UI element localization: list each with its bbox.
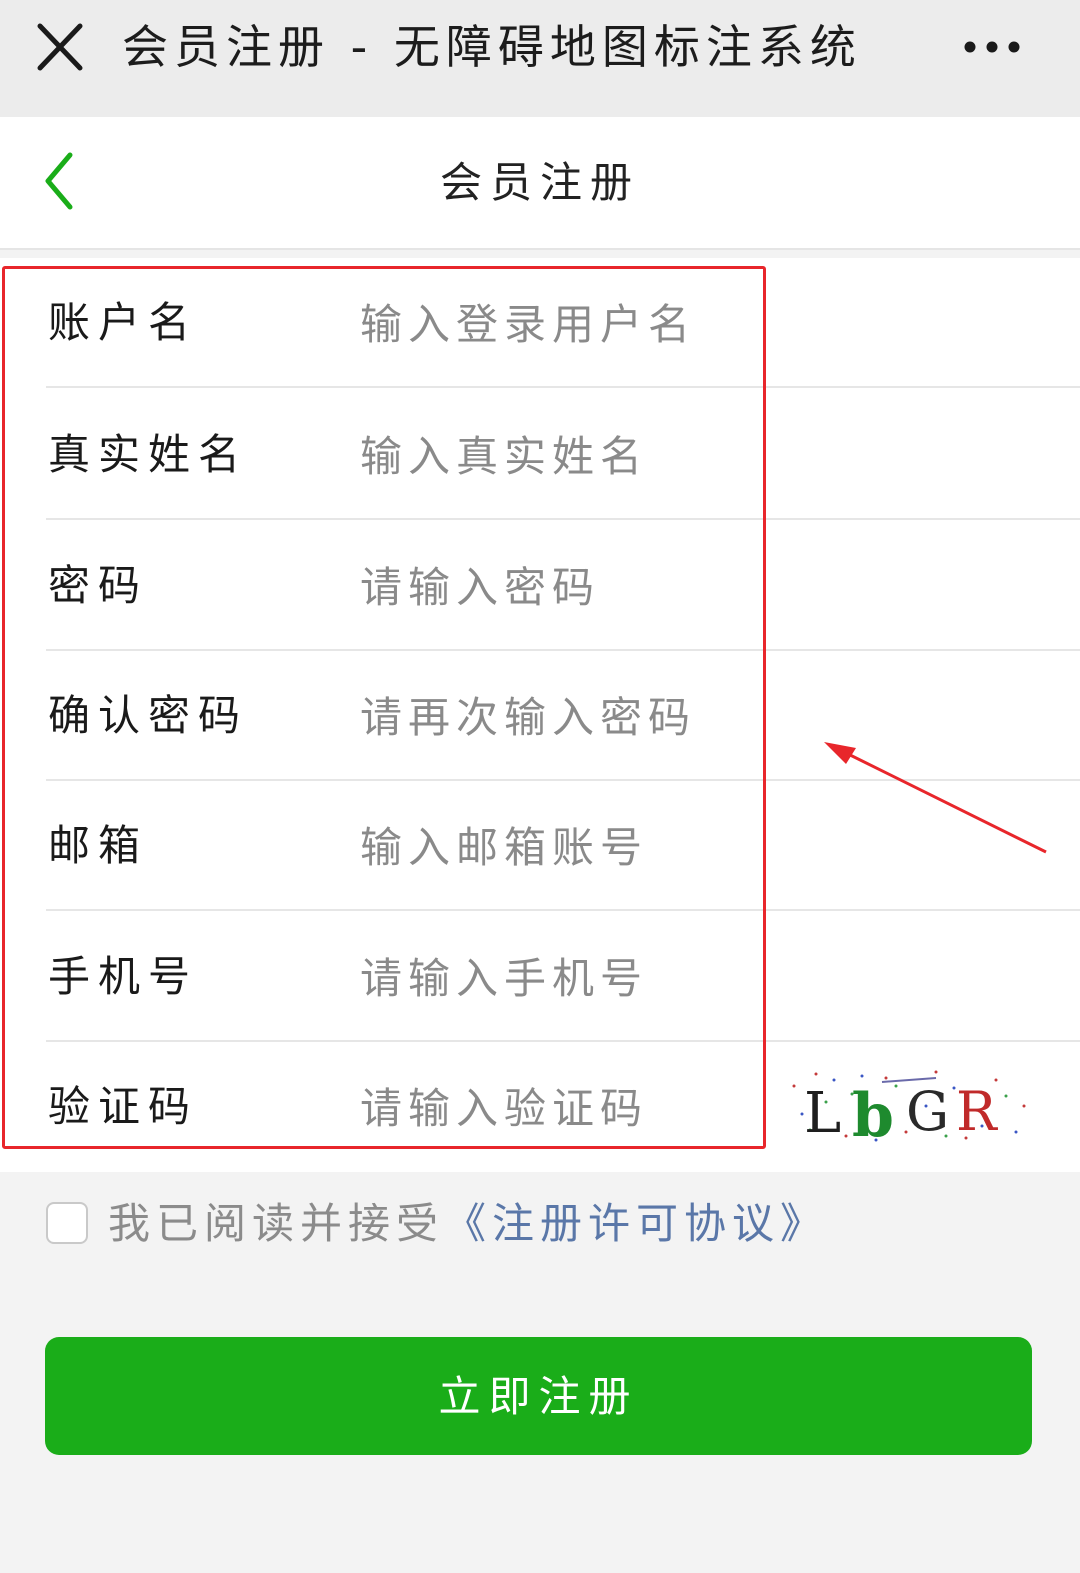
row-divider bbox=[46, 518, 1080, 520]
more-dots-icon bbox=[964, 41, 1020, 53]
form-row-phone: 手机号 bbox=[0, 912, 1080, 1042]
agreement-checkbox[interactable] bbox=[46, 1202, 88, 1244]
more-button[interactable] bbox=[952, 22, 1032, 72]
form-row-password: 密码 bbox=[0, 521, 1080, 651]
email-input[interactable] bbox=[360, 811, 740, 883]
password-input[interactable] bbox=[360, 551, 740, 623]
webview-topbar: 会员注册 - 无障碍地图标注系统 bbox=[0, 0, 1080, 117]
form-row-realname: 真实姓名 bbox=[0, 390, 1080, 520]
username-input[interactable] bbox=[360, 288, 740, 360]
svg-text:L: L bbox=[804, 1081, 841, 1146]
row-divider bbox=[46, 386, 1080, 388]
form-row-confirm-password: 确认密码 bbox=[0, 651, 1080, 781]
agreement-label: 我已阅读并接受 bbox=[108, 1199, 445, 1248]
page-title: 会员注册 bbox=[439, 158, 640, 207]
captcha-input[interactable] bbox=[360, 1072, 740, 1144]
svg-text:b: b bbox=[852, 1081, 894, 1146]
realname-label: 真实姓名 bbox=[48, 430, 249, 479]
svg-text:G: G bbox=[906, 1080, 949, 1143]
email-label: 邮箱 bbox=[48, 821, 149, 870]
close-button[interactable] bbox=[28, 16, 92, 80]
svg-text:R: R bbox=[956, 1080, 998, 1143]
back-button[interactable] bbox=[36, 145, 92, 221]
confirm-password-input[interactable] bbox=[360, 681, 740, 753]
phone-label: 手机号 bbox=[48, 952, 199, 1001]
username-label: 账户名 bbox=[48, 298, 199, 347]
realname-input[interactable] bbox=[360, 420, 740, 492]
phone-input[interactable] bbox=[360, 942, 740, 1014]
form-row-email: 邮箱 bbox=[0, 781, 1080, 911]
captcha-label: 验证码 bbox=[48, 1082, 199, 1131]
agreement-text: 我已阅读并接受《注册许可协议》 bbox=[108, 1196, 828, 1252]
row-divider bbox=[46, 909, 1080, 911]
chevron-left-icon bbox=[45, 152, 73, 210]
captcha-image[interactable]: L b G R bbox=[786, 1066, 1034, 1146]
register-button[interactable]: 立即注册 bbox=[45, 1337, 1032, 1455]
agreement-link[interactable]: 《注册许可协议》 bbox=[444, 1199, 828, 1248]
close-icon bbox=[37, 23, 83, 71]
window-title: 会员注册 - 无障碍地图标注系统 bbox=[122, 20, 862, 74]
registration-form: 账户名 真实姓名 密码 确认密码 邮箱 手机号 验证码 bbox=[0, 258, 1080, 1172]
form-row-username: 账户名 bbox=[0, 258, 1080, 388]
page-header: 会员注册 bbox=[0, 117, 1080, 250]
confirm-password-label: 确认密码 bbox=[48, 691, 249, 740]
password-label: 密码 bbox=[48, 561, 149, 610]
